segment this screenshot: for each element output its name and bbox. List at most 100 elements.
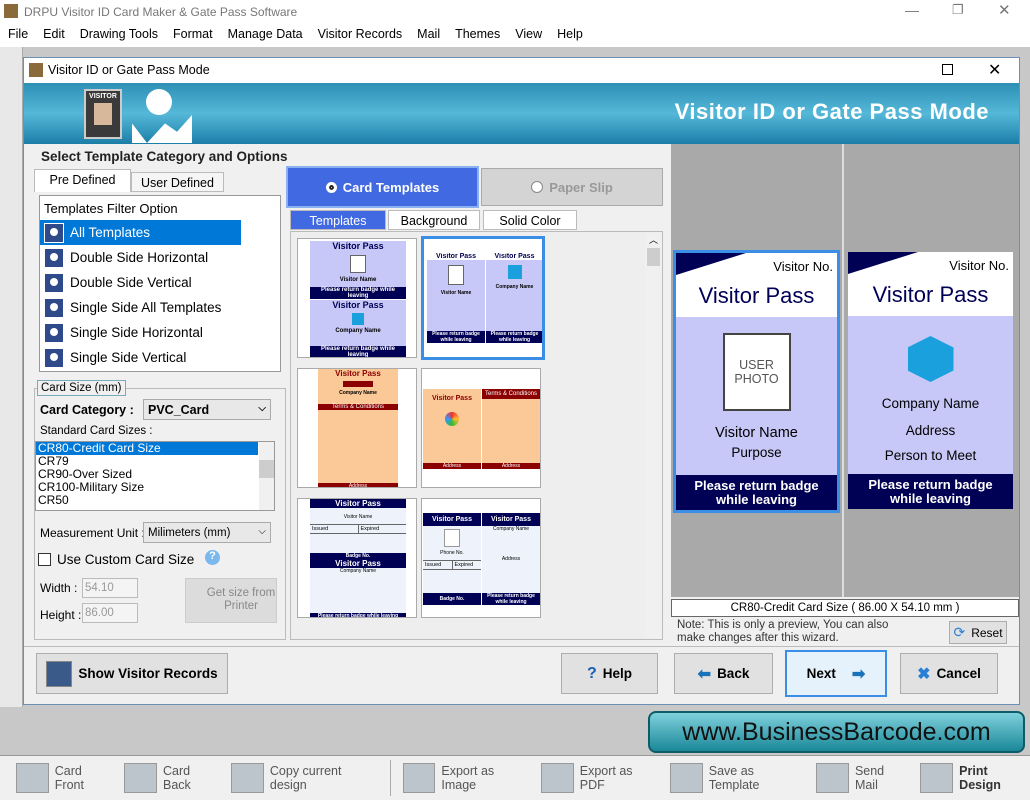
height-input[interactable]: 86.00 (82, 603, 138, 623)
menu-edit[interactable]: Edit (35, 23, 72, 41)
filter-double-side-horizontal[interactable]: Double Side Horizontal (40, 245, 280, 270)
card-back-button[interactable]: Card Back (124, 763, 219, 793)
sizes-scrollbar[interactable] (259, 442, 274, 510)
width-label: Width : (40, 581, 78, 595)
template-icon (44, 322, 64, 343)
tab-pre-defined[interactable]: Pre Defined (34, 169, 131, 192)
help-button[interactable]: ? Help (561, 653, 658, 694)
copy-design-button[interactable]: Copy current design (231, 763, 378, 793)
dialog-close-button[interactable]: ✕ (988, 60, 1001, 80)
menu-help[interactable]: Help (549, 23, 590, 41)
menu-manage-data[interactable]: Manage Data (220, 23, 310, 41)
card-back-preview[interactable]: Visitor No. Visitor Pass Company Name Ad… (848, 252, 1013, 509)
visitor-id-dialog: Visitor ID or Gate Pass Mode ✕ VISITOR V… (23, 57, 1020, 705)
custom-size-checkbox[interactable] (38, 553, 51, 566)
card-title: Visitor Pass (698, 283, 815, 308)
tab-user-defined[interactable]: User Defined (131, 172, 224, 192)
radio-selected-icon (325, 181, 337, 193)
template-thumbnail[interactable]: Visitor Pass Phone No. Issued Expired Badg… (421, 498, 541, 618)
card-category-select[interactable]: PVC_Card ⌵ (143, 399, 271, 420)
standard-sizes-list: CR80-Credit Card Size CR79 CR90-Over Siz… (35, 441, 275, 511)
menu-visitor-records[interactable]: Visitor Records (310, 23, 410, 41)
guard-icon (132, 89, 202, 144)
card-size-label: Card Size (mm) (37, 380, 126, 396)
cancel-button[interactable]: ✖ Cancel (900, 653, 998, 694)
app-title: DRPU Visitor ID Card Maker & Gate Pass S… (24, 5, 298, 19)
export-pdf-button[interactable]: Export as PDF (540, 763, 658, 793)
mail-icon (816, 763, 849, 793)
save-template-button[interactable]: Save as Template (669, 763, 804, 793)
template-gallery: Visitor Pass Visitor Name Please return ba… (290, 231, 663, 640)
back-button[interactable]: ⬅ Back (674, 653, 773, 694)
chevron-down-icon: ⌵ (258, 403, 266, 414)
get-size-from-printer-button[interactable]: Get size from Printer (185, 578, 277, 623)
pdf-icon (540, 763, 574, 793)
card-front-preview[interactable]: Visitor No. Visitor Pass USER PHOTO Visi… (673, 250, 840, 513)
template-thumbnail-selected[interactable]: Visitor Pass Visitor Name Please return ba… (421, 236, 545, 360)
filter-all-templates[interactable]: All Templates (40, 220, 241, 245)
template-thumbnail[interactable]: Visitor Pass Visitor Name Issued Expired B… (297, 498, 417, 618)
card-title: Visitor Pass (872, 282, 989, 307)
template-icon (44, 247, 64, 268)
minimize-button[interactable]: — (905, 2, 919, 18)
template-thumbnail[interactable]: Visitor Pass Visitor Name Please return ba… (297, 238, 417, 358)
size-item[interactable]: CR80-Credit Card Size (36, 442, 258, 455)
paper-slip-radio[interactable]: Paper Slip (481, 168, 663, 206)
tab-solid-color[interactable]: Solid Color (483, 210, 577, 230)
help-question-icon[interactable]: ? (205, 550, 220, 565)
maximize-button[interactable] (942, 64, 953, 75)
tab-templates[interactable]: Templates (290, 210, 386, 230)
export-image-button[interactable]: Export as Image (402, 763, 529, 793)
template-thumbnail[interactable]: Visitor Pass Address Terms & Conditions Ad… (421, 368, 541, 488)
header-banner: VISITOR Visitor ID or Gate Pass Mode (24, 83, 1019, 144)
filter-double-side-vertical[interactable]: Double Side Vertical (40, 270, 280, 295)
issued-expired-row: Issued Expired (310, 524, 406, 534)
user-photo-placeholder: USER PHOTO (722, 333, 791, 411)
filter-single-side-all[interactable]: Single Side All Templates (40, 295, 280, 320)
visitor-no-text: Visitor No. (949, 258, 1009, 273)
menu-file[interactable]: File (0, 23, 35, 41)
visitor-no-text: Visitor No. (773, 259, 833, 274)
purpose-text: Purpose (731, 445, 782, 460)
save-template-icon (669, 763, 703, 793)
menu-drawing-tools[interactable]: Drawing Tools (72, 23, 165, 41)
filter-single-side-horizontal[interactable]: Single Side Horizontal (40, 320, 280, 345)
card-footer: Please return badge while leaving (676, 475, 837, 510)
send-mail-button[interactable]: Send Mail (816, 763, 908, 793)
width-input[interactable]: 54.10 (82, 578, 138, 598)
tab-background[interactable]: Background (388, 210, 480, 230)
preview-area: Visitor No. Visitor Pass USER PHOTO Visi… (671, 144, 1019, 597)
website-banner[interactable]: www.BusinessBarcode.com (648, 711, 1025, 753)
section-heading: Select Template Category and Options (41, 149, 288, 164)
gallery-scrollbar[interactable]: ︿ (645, 233, 662, 638)
menu-themes[interactable]: Themes (447, 23, 507, 41)
measurement-unit-select[interactable]: Milimeters (mm) ⌵ (143, 522, 271, 543)
card-footer: Please return badge while leaving (848, 474, 1013, 509)
reset-button[interactable]: ⟳ Reset (949, 621, 1007, 644)
template-thumbnail[interactable]: Visitor Pass Company Name Terms & Conditio… (297, 368, 417, 488)
close-app-button[interactable]: ✕ (998, 1, 1011, 19)
filter-single-side-vertical[interactable]: Single Side Vertical (40, 345, 280, 370)
next-button[interactable]: Next ➡ (785, 650, 887, 697)
template-icon (44, 222, 64, 243)
menu-format[interactable]: Format (165, 23, 220, 41)
background-app-area (0, 47, 23, 707)
menu-bar: File Edit Drawing Tools Format Manage Data Vi… (0, 23, 1030, 47)
records-icon (46, 660, 73, 687)
show-visitor-records-button[interactable]: Show Visitor Records (36, 653, 228, 694)
issued-label: Issued (425, 562, 442, 568)
size-item[interactable]: CR100-Military Size (36, 481, 274, 494)
restore-button[interactable]: ❐ (952, 2, 964, 18)
card-back-icon (124, 763, 157, 793)
print-design-button[interactable]: Print Design (920, 763, 1030, 793)
refresh-icon: ⟳ (953, 624, 966, 640)
template-icon (44, 347, 64, 368)
person-to-meet-text: Person to Meet (884, 448, 977, 463)
menu-mail[interactable]: Mail (409, 23, 447, 41)
card-templates-radio[interactable]: Card Templates (286, 166, 479, 208)
card-front-button[interactable]: Card Front (16, 763, 112, 793)
menu-view[interactable]: View (507, 23, 549, 41)
expired-label: Expired (357, 525, 407, 533)
size-item[interactable]: CR50 (36, 494, 274, 507)
address-text: Address (905, 423, 956, 438)
